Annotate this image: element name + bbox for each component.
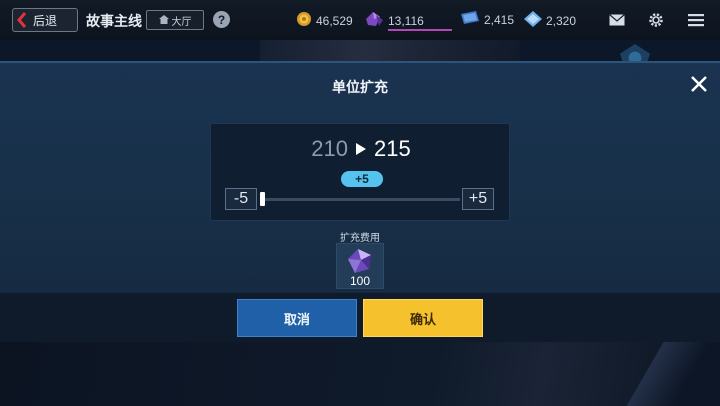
top-bar: 后退 故事主线 大厅 ? 46,529 13,116 2,415 2,320 bbox=[0, 0, 720, 40]
new-capacity: 215 bbox=[374, 136, 411, 161]
gold-amount: 46,529 bbox=[316, 13, 353, 28]
diamond-amount: 2,320 bbox=[546, 13, 577, 28]
increase-button[interactable]: +5 bbox=[462, 188, 494, 210]
cost-amount: 100 bbox=[349, 274, 371, 288]
diamond-resource: 2,320 bbox=[524, 11, 576, 30]
amount-slider-handle[interactable] bbox=[260, 192, 265, 206]
cancel-button[interactable]: 取消 bbox=[237, 299, 357, 337]
arrow-right-icon bbox=[356, 143, 366, 155]
current-capacity: 210 bbox=[311, 136, 348, 161]
capacity-change: 210 215 bbox=[211, 136, 511, 162]
ticket-amount: 2,415 bbox=[484, 12, 515, 27]
amount-slider-track[interactable] bbox=[260, 198, 460, 201]
gold-resource: 46,529 bbox=[296, 11, 353, 30]
purple-crystal-icon bbox=[364, 11, 384, 30]
decrease-button[interactable]: -5 bbox=[225, 188, 257, 210]
back-button[interactable]: 后退 bbox=[12, 8, 78, 32]
crystal-amount: 13,116 bbox=[388, 13, 424, 28]
unit-expansion-dialog: 单位扩充 210 215 +5 -5 +5 扩充费用 100 取消 确认 bbox=[0, 61, 720, 342]
expansion-panel: 210 215 +5 -5 +5 bbox=[210, 123, 510, 221]
menu-icon[interactable] bbox=[685, 10, 707, 30]
crystal-resource: 13,116 bbox=[364, 11, 424, 30]
lobby-button[interactable]: 大厅 bbox=[146, 10, 204, 30]
settings-gear-icon[interactable] bbox=[645, 10, 667, 30]
increase-badge: +5 bbox=[341, 171, 383, 187]
back-chevron-icon bbox=[13, 9, 31, 31]
confirm-button[interactable]: 确认 bbox=[363, 299, 483, 337]
cost-item: 100 bbox=[336, 243, 384, 289]
blue-ticket-icon bbox=[460, 11, 480, 28]
dialog-footer bbox=[0, 293, 720, 342]
gold-coin-icon bbox=[296, 11, 312, 30]
scene-bottom-art bbox=[0, 342, 720, 406]
blue-diamond-icon bbox=[524, 11, 542, 30]
lobby-label: 大厅 bbox=[171, 16, 192, 28]
mail-icon[interactable] bbox=[606, 10, 628, 30]
dialog-title: 单位扩充 bbox=[332, 79, 388, 95]
help-button[interactable]: ? bbox=[213, 11, 230, 28]
cost-label: 扩充费用 bbox=[340, 233, 380, 244]
close-icon[interactable] bbox=[688, 73, 710, 95]
home-icon bbox=[158, 11, 169, 29]
back-label: 后退 bbox=[33, 13, 58, 28]
ticket-resource: 2,415 bbox=[460, 11, 514, 28]
page-title: 故事主线 bbox=[86, 13, 142, 29]
crystal-underline bbox=[388, 29, 452, 31]
